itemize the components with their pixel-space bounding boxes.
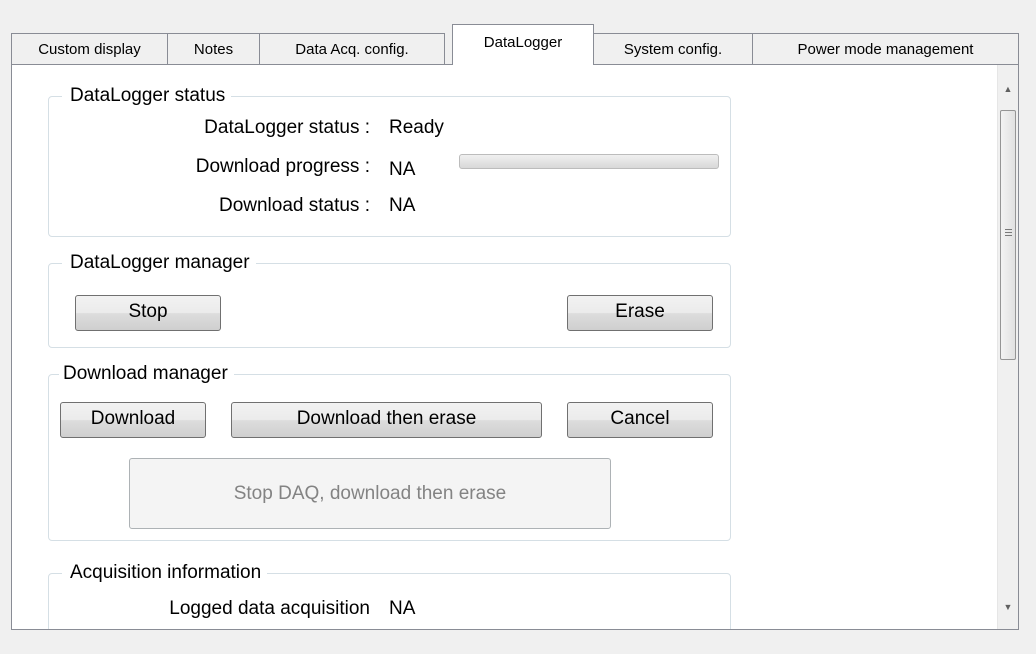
download-status-value: NA xyxy=(389,195,416,216)
grip-line xyxy=(1005,229,1012,230)
download-progress-label: Download progress : xyxy=(195,156,370,177)
stop-daq-download-erase-button: Stop DAQ, download then erase xyxy=(129,458,611,529)
datalogger-panel: DataLogger status DataLogger status : Re… xyxy=(11,64,1019,630)
tab-data-acq-config[interactable]: Data Acq. config. xyxy=(259,33,445,64)
acquisition-information-title: Acquisition information xyxy=(62,562,268,584)
arrow-up-icon[interactable]: ▲ xyxy=(998,79,1018,99)
grip-line xyxy=(1005,232,1012,233)
datalogger-status-label: DataLogger status : xyxy=(204,117,370,138)
datalogger-manager-group: DataLogger manager Stop Erase xyxy=(48,252,731,348)
datalogger-status-value: Ready xyxy=(389,117,444,138)
download-then-erase-button[interactable]: Download then erase xyxy=(231,402,542,438)
download-progress-bar xyxy=(459,154,719,169)
logged-data-acquisition-value: NA xyxy=(389,598,416,619)
datalogger-status-title: DataLogger status xyxy=(62,85,232,107)
tab-strip: Custom display Notes Data Acq. config. D… xyxy=(11,24,1019,65)
download-status-label: Download status : xyxy=(218,195,370,216)
erase-button[interactable]: Erase xyxy=(567,295,713,331)
tab-datalogger[interactable]: DataLogger xyxy=(452,24,594,65)
download-progress-value: NA xyxy=(389,159,416,180)
download-manager-title: Download manager xyxy=(59,363,234,385)
vertical-scrollbar[interactable]: ▲ ▼ xyxy=(997,65,1018,629)
cancel-button[interactable]: Cancel xyxy=(567,402,713,438)
arrow-down-icon[interactable]: ▼ xyxy=(998,597,1018,617)
scrollbar-thumb[interactable] xyxy=(1000,110,1016,360)
grip-line xyxy=(1005,235,1012,236)
stop-button[interactable]: Stop xyxy=(75,295,221,331)
download-button[interactable]: Download xyxy=(60,402,206,438)
datalogger-manager-title: DataLogger manager xyxy=(62,252,256,274)
download-manager-group: Download manager Download Download then … xyxy=(48,363,731,541)
tab-notes[interactable]: Notes xyxy=(167,33,260,64)
tab-custom-display[interactable]: Custom display xyxy=(11,33,168,64)
tab-power-mode-management[interactable]: Power mode management xyxy=(752,33,1019,64)
datalogger-status-group: DataLogger status DataLogger status : Re… xyxy=(48,85,731,237)
tab-system-config[interactable]: System config. xyxy=(593,33,753,64)
acquisition-information-group: Acquisition information Logged data acqu… xyxy=(48,562,731,629)
logged-data-acquisition-label: Logged data acquisition xyxy=(169,598,370,619)
